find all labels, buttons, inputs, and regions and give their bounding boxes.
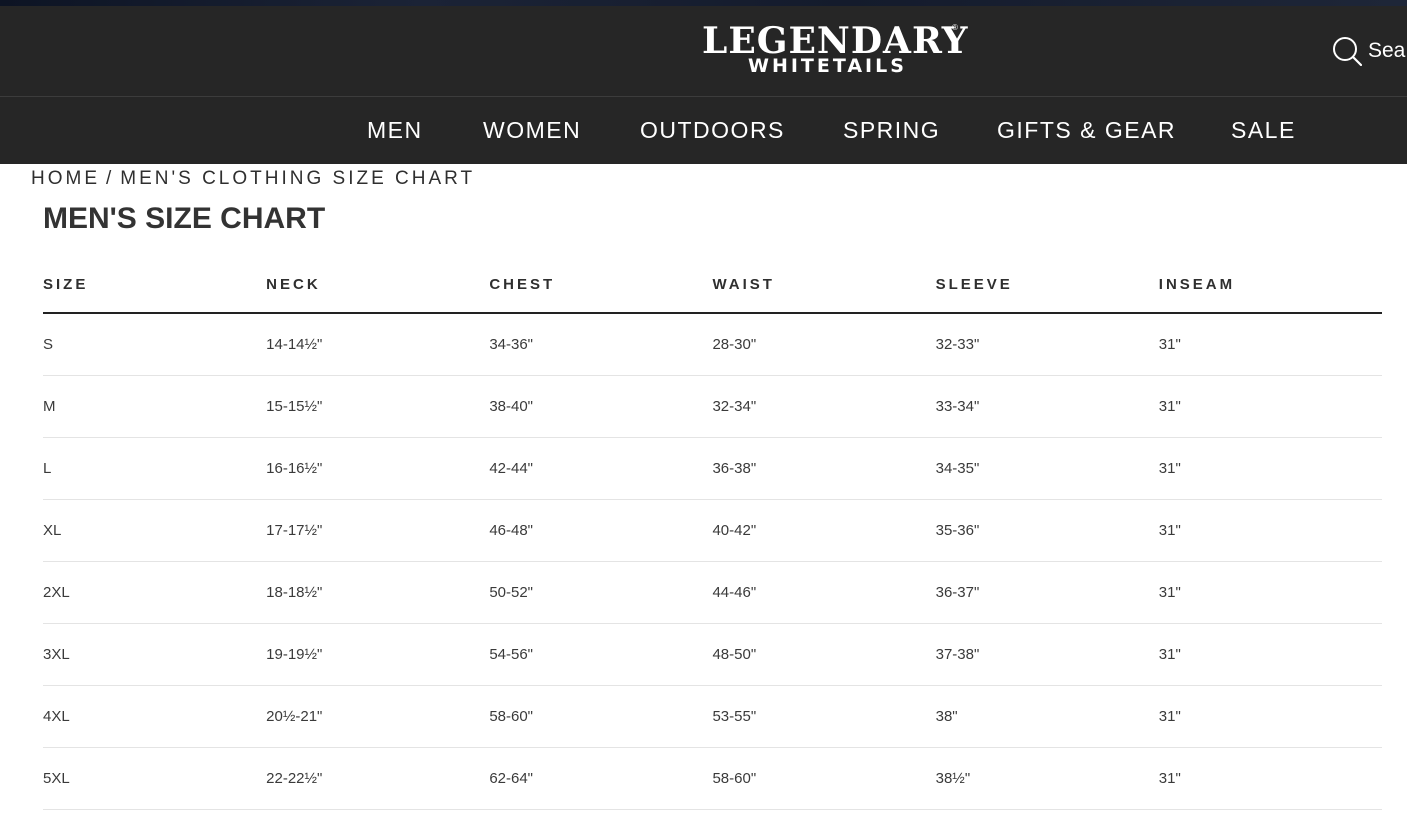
table-row: M 15-15½" 38-40" 32-34" 33-34" 31": [43, 375, 1382, 438]
cell-neck: 17-17½": [266, 499, 490, 562]
cell-size: 3XL: [43, 623, 267, 686]
cell-size: M: [43, 375, 267, 438]
column-header-inseam: INSEAM: [1158, 256, 1382, 314]
cell-waist: 28-30": [712, 313, 936, 376]
table-row: 2XL 18-18½" 50-52" 44-46" 36-37" 31": [43, 561, 1382, 624]
cell-sleeve: 35-36": [935, 499, 1159, 562]
column-header-chest: CHEST: [489, 256, 713, 314]
main-navigation: MEN WOMEN OUTDOORS SPRING GIFTS & GEAR S…: [0, 97, 1407, 164]
nav-item-women[interactable]: WOMEN: [483, 117, 581, 144]
table-header-row: SIZE NECK CHEST WAIST SLEEVE INSEAM: [43, 256, 1382, 314]
cell-chest: 38-40": [489, 375, 713, 438]
site-logo[interactable]: LEGENDARY ® WHITETAILS: [702, 22, 968, 82]
cell-waist: 32-34": [712, 375, 936, 438]
page-title: MEN'S SIZE CHART: [43, 202, 326, 235]
column-header-size: SIZE: [43, 256, 267, 314]
table-row: XL 17-17½" 46-48" 40-42" 35-36" 31": [43, 499, 1382, 562]
cell-chest: 58-60": [489, 685, 713, 748]
cell-chest: 42-44": [489, 437, 713, 500]
nav-item-spring[interactable]: SPRING: [843, 117, 940, 144]
cell-neck: 20½-21": [266, 685, 490, 748]
nav-item-sale[interactable]: SALE: [1231, 117, 1296, 144]
cell-size: S: [43, 313, 267, 376]
cell-inseam: 31": [1158, 561, 1382, 624]
cell-chest: 50-52": [489, 561, 713, 624]
table-row: 5XL 22-22½" 62-64" 58-60" 38½" 31": [43, 747, 1382, 810]
cell-sleeve: 34-35": [935, 437, 1159, 500]
breadcrumb: HOME / MEN'S CLOTHING SIZE CHART: [31, 168, 475, 190]
table-row: S 14-14½" 34-36" 28-30" 32-33" 31": [43, 313, 1382, 376]
cell-chest: 54-56": [489, 623, 713, 686]
cell-chest: 46-48": [489, 499, 713, 562]
nav-item-outdoors[interactable]: OUTDOORS: [640, 117, 785, 144]
cell-neck: 16-16½": [266, 437, 490, 500]
site-header: LEGENDARY ® WHITETAILS Sea: [0, 6, 1407, 97]
table-row: 3XL 19-19½" 54-56" 48-50" 37-38" 31": [43, 623, 1382, 686]
search-icon: [1333, 37, 1362, 66]
cell-size: 5XL: [43, 747, 267, 810]
cell-waist: 53-55": [712, 685, 936, 748]
cell-waist: 36-38": [712, 437, 936, 500]
table-row: L 16-16½" 42-44" 36-38" 34-35" 31": [43, 437, 1382, 500]
table-row: 4XL 20½-21" 58-60" 53-55" 38" 31": [43, 685, 1382, 748]
cell-neck: 18-18½": [266, 561, 490, 624]
cell-size: 4XL: [43, 685, 267, 748]
cell-sleeve: 37-38": [935, 623, 1159, 686]
cell-waist: 48-50": [712, 623, 936, 686]
cell-sleeve: 32-33": [935, 313, 1159, 376]
logo-registered-mark: ®: [952, 23, 958, 32]
cell-inseam: 31": [1158, 499, 1382, 562]
cell-waist: 58-60": [712, 747, 936, 810]
nav-item-men[interactable]: MEN: [367, 117, 423, 144]
cell-waist: 44-46": [712, 561, 936, 624]
cell-neck: 22-22½": [266, 747, 490, 810]
cell-size: 2XL: [43, 561, 267, 624]
cell-chest: 62-64": [489, 747, 713, 810]
nav-item-gifts-gear[interactable]: GIFTS & GEAR: [997, 117, 1176, 144]
search-label: Sea: [1368, 39, 1406, 62]
cell-waist: 40-42": [712, 499, 936, 562]
cell-inseam: 31": [1158, 685, 1382, 748]
column-header-waist: WAIST: [712, 256, 936, 314]
cell-neck: 19-19½": [266, 623, 490, 686]
cell-chest: 34-36": [489, 313, 713, 376]
cell-sleeve: 38": [935, 685, 1159, 748]
cell-size: XL: [43, 499, 267, 562]
size-chart-table: SIZE NECK CHEST WAIST SLEEVE INSEAM S 14…: [43, 256, 1382, 810]
cell-sleeve: 38½": [935, 747, 1159, 810]
cell-inseam: 31": [1158, 313, 1382, 376]
breadcrumb-current: MEN'S CLOTHING SIZE CHART: [120, 168, 476, 189]
cell-inseam: 31": [1158, 623, 1382, 686]
breadcrumb-home-link[interactable]: HOME: [31, 168, 100, 189]
cell-neck: 15-15½": [266, 375, 490, 438]
cell-inseam: 31": [1158, 437, 1382, 500]
cell-sleeve: 36-37": [935, 561, 1159, 624]
cell-inseam: 31": [1158, 747, 1382, 810]
column-header-sleeve: SLEEVE: [935, 256, 1159, 314]
column-header-neck: NECK: [266, 256, 490, 314]
logo-wordmark-bottom: WHITETAILS: [748, 55, 907, 77]
cell-sleeve: 33-34": [935, 375, 1159, 438]
search-button[interactable]: Sea: [1332, 36, 1405, 66]
cell-neck: 14-14½": [266, 313, 490, 376]
cell-size: L: [43, 437, 267, 500]
breadcrumb-separator: /: [106, 168, 115, 189]
cell-inseam: 31": [1158, 375, 1382, 438]
